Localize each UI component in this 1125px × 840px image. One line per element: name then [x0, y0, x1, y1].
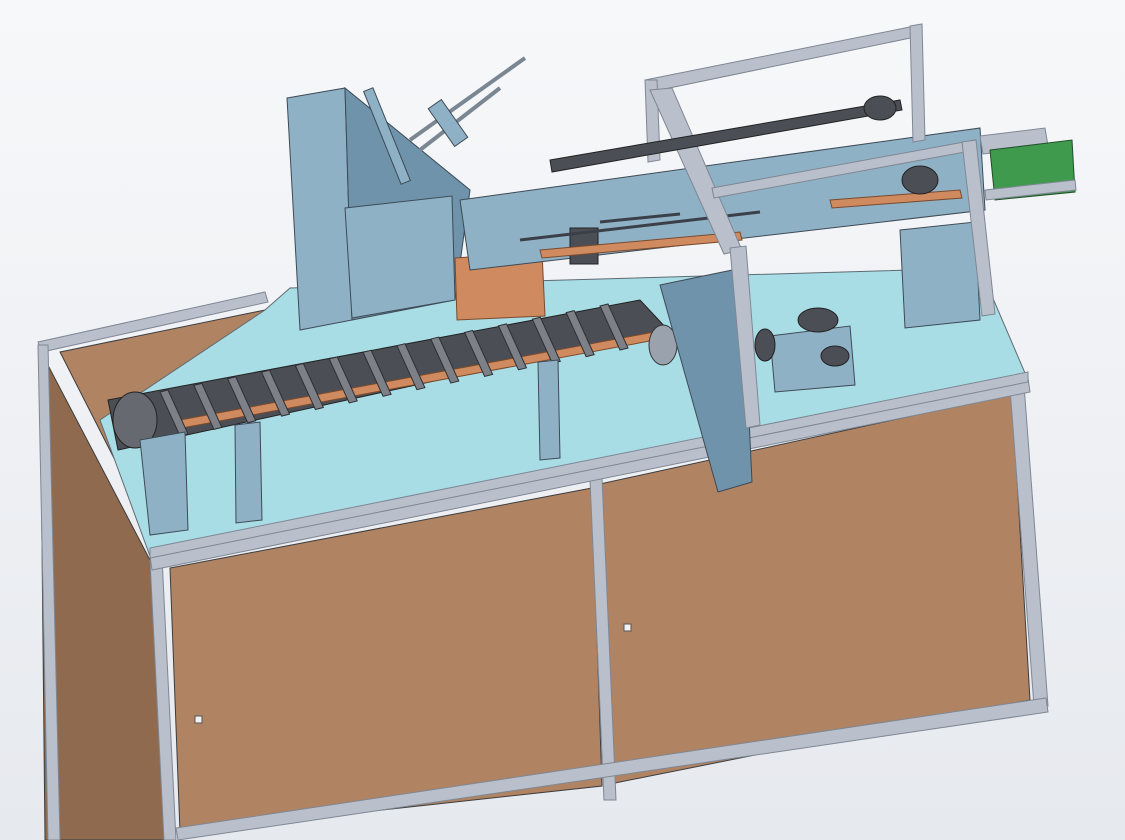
gear-icon [754, 328, 776, 362]
door-latch-icon[interactable] [194, 715, 203, 724]
machine-model[interactable] [0, 0, 1125, 840]
magazine-front-plate [344, 195, 456, 319]
conveyor-support-leg [537, 359, 561, 461]
gear-icon [820, 345, 850, 367]
cad-viewport[interactable] [0, 0, 1125, 840]
outfeed-conveyor[interactable] [979, 127, 1077, 201]
door-latch-icon[interactable] [623, 623, 632, 632]
conveyor-support-leg [234, 421, 263, 524]
